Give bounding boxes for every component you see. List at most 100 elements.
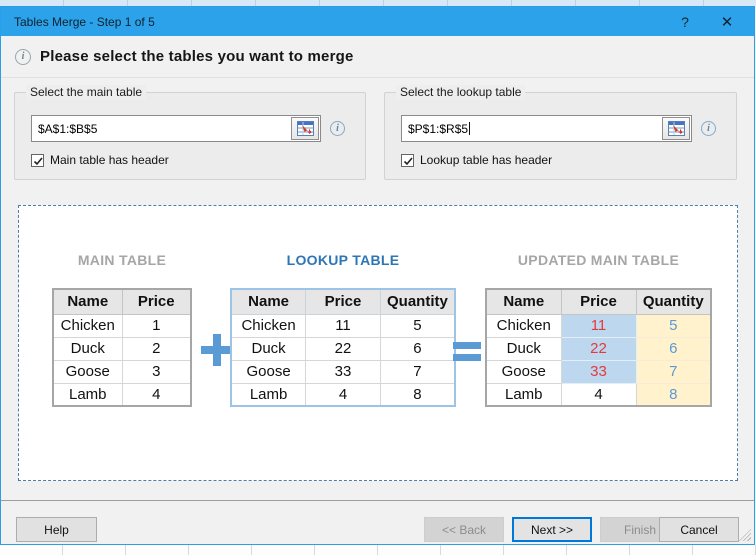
- table-cell: 7: [635, 359, 712, 384]
- table-cell: Goose: [52, 359, 123, 384]
- main-range-picker-button[interactable]: [291, 117, 319, 140]
- main-table-title: MAIN TABLE: [77, 252, 167, 268]
- lookup-table-group-legend: Select the lookup table: [396, 85, 526, 100]
- range-picker-icon: [667, 121, 685, 136]
- column-header: Name: [485, 288, 562, 315]
- table-cell: Duck: [52, 336, 123, 361]
- column-header: Quantity: [635, 288, 712, 315]
- merge-preview-panel: MAIN TABLE LOOKUP TABLE UPDATED MAIN TAB…: [18, 205, 738, 481]
- cancel-button[interactable]: Cancel: [659, 517, 739, 542]
- table-cell: Chicken: [485, 313, 562, 338]
- excel-background-bottom: [0, 545, 756, 555]
- column-header: Name: [52, 288, 123, 315]
- table-row: Lamb 4 8: [485, 382, 712, 407]
- main-range-info-icon: i: [330, 121, 345, 136]
- table-cell: Chicken: [230, 313, 307, 338]
- table-cell: 33: [560, 359, 637, 384]
- back-button: << Back: [424, 517, 504, 542]
- column-header: Name: [230, 288, 307, 315]
- table-cell: 1: [121, 313, 192, 338]
- table-cell: 5: [379, 313, 456, 338]
- table-cell: 6: [635, 336, 712, 361]
- equals-icon: [453, 342, 481, 361]
- table-cell: Lamb: [52, 382, 123, 407]
- table-cell: Goose: [485, 359, 562, 384]
- main-range-value[interactable]: $A$1:$B$5: [32, 122, 291, 136]
- table-row: Duck 22 6: [230, 336, 456, 361]
- table-row: Lamb 4: [52, 382, 192, 407]
- checkmark-icon: [33, 156, 43, 165]
- column-header: Price: [121, 288, 192, 315]
- table-row: Goose 33 7: [230, 359, 456, 384]
- lookup-range-row: $P$1:$R$5: [401, 115, 692, 142]
- table-cell: 3: [121, 359, 192, 384]
- next-button[interactable]: Next >>: [512, 517, 592, 542]
- title-bar: Tables Merge - Step 1 of 5 ? ✕: [1, 7, 754, 36]
- footer-divider: [1, 500, 754, 501]
- table-row: Lamb 4 8: [230, 382, 456, 407]
- updated-main-table: Name Price Quantity Chicken 11 5 Duck 22 6 Goose 3…: [485, 288, 712, 407]
- main-range-input[interactable]: $A$1:$B$5: [31, 115, 321, 142]
- table-cell: 22: [560, 336, 637, 361]
- table-cell: 5: [635, 313, 712, 338]
- table-cell: 4: [121, 382, 192, 407]
- range-picker-icon: [296, 121, 314, 136]
- main-table: Name Price Chicken 1 Duck 2 Goose 3 Lamb 4: [52, 288, 192, 407]
- main-table-group-legend: Select the main table: [26, 85, 147, 100]
- plus-icon: [201, 334, 233, 366]
- main-header-checkbox[interactable]: [31, 153, 44, 167]
- lookup-header-checkbox-row[interactable]: Lookup table has header: [401, 153, 552, 167]
- table-cell: 22: [305, 336, 381, 361]
- main-table-group: Select the main table $A$1:$B$5 i Main t…: [14, 85, 366, 180]
- column-header: Price: [305, 288, 381, 315]
- table-cell: 8: [379, 382, 456, 407]
- table-row: Goose 3: [52, 359, 192, 384]
- lookup-range-picker-button[interactable]: [662, 117, 690, 140]
- step-instruction: Please select the tables you want to mer…: [40, 48, 354, 65]
- table-cell: Duck: [485, 336, 562, 361]
- table-row: Chicken 11 5: [230, 313, 456, 338]
- lookup-range-value[interactable]: $P$1:$R$5: [402, 121, 662, 136]
- main-header-checkbox-row[interactable]: Main table has header: [31, 153, 169, 167]
- table-cell: 33: [305, 359, 381, 384]
- close-icon[interactable]: ✕: [710, 7, 744, 36]
- table-cell: 4: [305, 382, 381, 407]
- resize-grip[interactable]: [739, 529, 751, 541]
- table-row: Duck 22 6: [485, 336, 712, 361]
- lookup-range-input[interactable]: $P$1:$R$5: [401, 115, 692, 142]
- screen: Tables Merge - Step 1 of 5 ? ✕ i Please …: [0, 0, 756, 555]
- lookup-table: Name Price Quantity Chicken 11 5 Duck 22 6 Goose 3…: [230, 288, 456, 407]
- text-cursor: [469, 121, 471, 135]
- lookup-table-group: Select the lookup table $P$1:$R$5 i Look…: [384, 85, 737, 180]
- table-cell: Lamb: [485, 382, 562, 407]
- updated-table-title: UPDATED MAIN TABLE: [517, 252, 680, 268]
- checkmark-icon: [403, 156, 413, 165]
- table-cell: 4: [560, 382, 637, 407]
- step-banner: i Please select the tables you want to m…: [1, 36, 754, 78]
- table-cell: Chicken: [52, 313, 123, 338]
- main-range-row: $A$1:$B$5: [31, 115, 321, 142]
- table-row: Chicken 1: [52, 313, 192, 338]
- lookup-range-info-icon: i: [701, 121, 716, 136]
- column-header: Quantity: [379, 288, 456, 315]
- table-cell: Lamb: [230, 382, 307, 407]
- table-row: Duck 2: [52, 336, 192, 361]
- table-row: Chicken 11 5: [485, 313, 712, 338]
- table-cell: 11: [305, 313, 381, 338]
- window-title: Tables Merge - Step 1 of 5: [14, 14, 155, 29]
- info-icon: i: [15, 48, 31, 65]
- table-cell: Goose: [230, 359, 307, 384]
- table-cell: 11: [560, 313, 637, 338]
- help-icon[interactable]: ?: [668, 7, 702, 36]
- table-cell: 2: [121, 336, 192, 361]
- tables-merge-dialog: Tables Merge - Step 1 of 5 ? ✕ i Please …: [0, 6, 755, 545]
- lookup-header-checkbox-label[interactable]: Lookup table has header: [420, 153, 552, 167]
- help-button[interactable]: Help: [16, 517, 97, 542]
- main-header-checkbox-label[interactable]: Main table has header: [50, 153, 169, 167]
- lookup-header-checkbox[interactable]: [401, 153, 414, 167]
- table-cell: 8: [635, 382, 712, 407]
- column-header: Price: [560, 288, 637, 315]
- table-row: Goose 33 7: [485, 359, 712, 384]
- lookup-table-title: LOOKUP TABLE: [286, 252, 400, 268]
- table-cell: Duck: [230, 336, 307, 361]
